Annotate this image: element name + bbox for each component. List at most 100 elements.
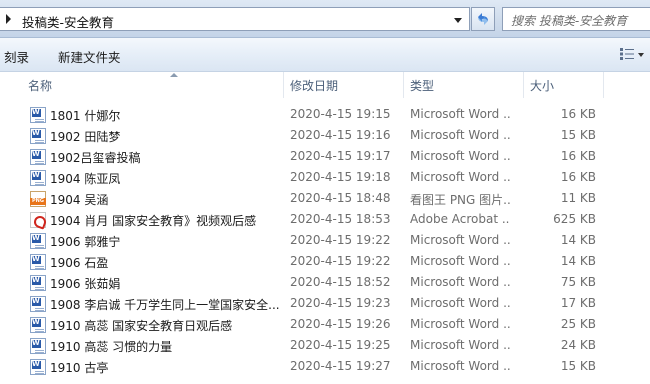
- search-input[interactable]: 搜索 投稿类-安全教育: [502, 7, 650, 31]
- file-size: 16 KB: [560, 170, 596, 184]
- column-header-size[interactable]: 大小: [524, 72, 604, 98]
- file-modified: 2020-4-15 19:26: [290, 317, 391, 331]
- file-size: 15 KB: [560, 128, 596, 142]
- file-size: 14 KB: [560, 254, 596, 268]
- file-modified: 2020-4-15 18:48: [290, 191, 391, 205]
- file-type: Adobe Acrobat ...: [410, 212, 510, 226]
- address-history-dropdown-icon[interactable]: [454, 18, 462, 23]
- file-row[interactable]: W 1906 张茹娟 2020-4-15 18:52 Microsoft Wor…: [0, 272, 650, 293]
- file-name[interactable]: 1902 田陆梦: [50, 128, 282, 145]
- word-doc-icon: W: [30, 275, 46, 291]
- search-placeholder: 搜索 投稿类-安全教育: [511, 14, 628, 28]
- file-modified: 2020-4-15 18:53: [290, 212, 391, 226]
- file-row[interactable]: W 1904 陈亚凤 2020-4-15 19:18 Microsoft Wor…: [0, 167, 650, 188]
- file-type: Microsoft Word ...: [410, 275, 510, 289]
- sort-ascending-icon: [170, 73, 178, 77]
- file-type: Microsoft Word ...: [410, 107, 510, 121]
- file-modified: 2020-4-15 19:22: [290, 254, 391, 268]
- file-size: 24 KB: [560, 338, 596, 352]
- pdf-icon: [30, 212, 46, 228]
- file-modified: 2020-4-15 19:16: [290, 128, 391, 142]
- file-modified: 2020-4-15 18:52: [290, 275, 391, 289]
- column-header-name[interactable]: 名称: [20, 72, 284, 98]
- file-row[interactable]: W 1910 高蕊 习惯的力量 2020-4-15 19:25 Microsof…: [0, 335, 650, 356]
- address-path[interactable]: 投稿类-安全教育: [22, 12, 114, 31]
- file-size: 16 KB: [560, 107, 596, 121]
- file-type: Microsoft Word ...: [410, 170, 510, 184]
- word-doc-icon: W: [30, 233, 46, 249]
- file-name[interactable]: 1906 石盈: [50, 254, 282, 271]
- file-type: Microsoft Word ...: [410, 338, 510, 352]
- address-bar[interactable]: 投稿类-安全教育: [0, 7, 470, 31]
- file-modified: 2020-4-15 19:17: [290, 149, 391, 163]
- file-name[interactable]: 1902吕玺睿投稿: [50, 149, 282, 166]
- file-row[interactable]: 1904 肖月 国家安全教育》视频观后感 2020-4-15 18:53 Ado…: [0, 209, 650, 230]
- word-doc-icon: W: [30, 296, 46, 312]
- file-modified: 2020-4-15 19:18: [290, 170, 391, 184]
- view-options-dropdown-icon[interactable]: [638, 53, 644, 57]
- word-doc-icon: W: [30, 254, 46, 270]
- file-type: Microsoft Word ...: [410, 233, 510, 247]
- word-doc-icon: W: [30, 359, 46, 375]
- file-modified: 2020-4-15 19:22: [290, 233, 391, 247]
- file-type: 看图王 PNG 图片...: [410, 193, 510, 207]
- new-folder-button[interactable]: 新建文件夹: [58, 47, 121, 66]
- column-header-type-label: 类型: [410, 79, 435, 93]
- file-name[interactable]: 1910 高蕊 国家安全教育日观后感: [50, 317, 282, 334]
- refresh-button[interactable]: [471, 7, 495, 31]
- file-row[interactable]: W 1902 田陆梦 2020-4-15 19:16 Microsoft Wor…: [0, 125, 650, 146]
- column-header-size-label: 大小: [530, 79, 555, 93]
- command-toolbar: 刻录 新建文件夹: [0, 38, 650, 72]
- view-options-icon[interactable]: [620, 48, 634, 60]
- file-row[interactable]: W 1906 石盈 2020-4-15 19:22 Microsoft Word…: [0, 251, 650, 272]
- file-name[interactable]: 1801 什娜尔: [50, 107, 282, 124]
- file-size: 11 KB: [560, 191, 596, 205]
- word-doc-icon: W: [30, 149, 46, 165]
- file-size: 75 KB: [560, 275, 596, 289]
- word-doc-icon: W: [30, 317, 46, 333]
- refresh-icon: [478, 13, 488, 25]
- column-header-name-label: 名称: [28, 79, 53, 93]
- word-doc-icon: W: [30, 128, 46, 144]
- word-doc-icon: W: [30, 338, 46, 354]
- file-row[interactable]: PNG 1904 吴涵 2020-4-15 18:48 看图王 PNG 图片..…: [0, 188, 650, 209]
- file-size: 25 KB: [560, 317, 596, 331]
- file-row[interactable]: W 1902吕玺睿投稿 2020-4-15 19:17 Microsoft Wo…: [0, 146, 650, 167]
- word-doc-icon: W: [30, 107, 46, 123]
- file-modified: 2020-4-15 19:23: [290, 296, 391, 310]
- file-name[interactable]: 1904 吴涵: [50, 191, 282, 208]
- file-row[interactable]: W 1801 什娜尔 2020-4-15 19:15 Microsoft Wor…: [0, 104, 650, 125]
- column-header-type[interactable]: 类型: [404, 72, 524, 98]
- file-name[interactable]: 1910 高蕊 习惯的力量: [50, 338, 282, 355]
- column-header-modified-label: 修改日期: [290, 79, 339, 93]
- column-header-modified[interactable]: 修改日期: [284, 72, 404, 98]
- file-name[interactable]: 1908 李启诚 千万学生同上一堂国家安全...: [50, 296, 282, 313]
- file-size: 15 KB: [560, 359, 596, 373]
- file-modified: 2020-4-15 19:27: [290, 359, 391, 373]
- breadcrumb-arrow-icon[interactable]: [6, 14, 11, 24]
- file-size: 14 KB: [560, 233, 596, 247]
- file-type: Microsoft Word ...: [410, 317, 510, 331]
- file-type: Microsoft Word ...: [410, 149, 510, 163]
- file-row[interactable]: W 1910 高蕊 国家安全教育日观后感 2020-4-15 19:26 Mic…: [0, 314, 650, 335]
- burn-button[interactable]: 刻录: [4, 47, 29, 66]
- file-size: 16 KB: [560, 149, 596, 163]
- file-size: 17 KB: [560, 296, 596, 310]
- file-type: Microsoft Word ...: [410, 359, 510, 373]
- file-name[interactable]: 1910 古亭: [50, 359, 282, 376]
- png-image-icon: PNG: [30, 191, 46, 207]
- file-row[interactable]: W 1910 古亭 2020-4-15 19:27 Microsoft Word…: [0, 356, 650, 377]
- file-list: W 1801 什娜尔 2020-4-15 19:15 Microsoft Wor…: [0, 104, 650, 377]
- address-bar-row: 投稿类-安全教育 搜索 投稿类-安全教育: [0, 0, 650, 38]
- file-row[interactable]: W 1906 郭雅宁 2020-4-15 19:22 Microsoft Wor…: [0, 230, 650, 251]
- file-type: Microsoft Word ...: [410, 254, 510, 268]
- file-name[interactable]: 1904 肖月 国家安全教育》视频观后感: [50, 212, 282, 229]
- file-name[interactable]: 1906 郭雅宁: [50, 233, 282, 250]
- file-name[interactable]: 1904 陈亚凤: [50, 170, 282, 187]
- file-type: Microsoft Word ...: [410, 128, 510, 142]
- column-header-row: 名称 修改日期 类型 大小: [0, 72, 650, 98]
- file-modified: 2020-4-15 19:25: [290, 338, 391, 352]
- file-name[interactable]: 1906 张茹娟: [50, 275, 282, 292]
- file-size: 625 KB: [553, 212, 596, 226]
- file-row[interactable]: W 1908 李启诚 千万学生同上一堂国家安全... 2020-4-15 19:…: [0, 293, 650, 314]
